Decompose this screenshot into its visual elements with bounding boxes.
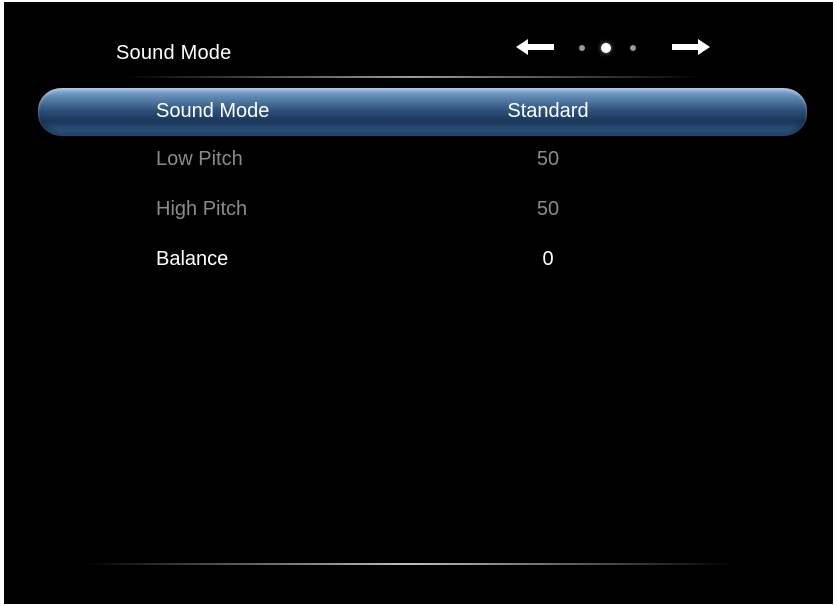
menu-item-value: 50 [536,198,560,220]
page-dot-2-active [601,43,611,53]
footer-divider [84,563,734,565]
tv-menu-screen: Sound Mode Sound Mode Standard Low Pitch… [4,2,833,604]
menu-item-label: High Pitch [156,198,248,220]
page-title: Sound Mode [116,42,232,64]
menu-item-label: Balance [156,248,229,270]
menu-item-value: 50 [536,148,560,170]
menu-item-label: Sound Mode [156,100,270,122]
arrow-right-icon[interactable] [672,39,710,55]
header-divider [124,76,704,78]
page-dot-3 [630,45,636,51]
menu-item-high-pitch: High Pitch 50 [4,186,833,236]
settings-menu: Sound Mode Standard Low Pitch 50 High Pi… [4,88,833,286]
page-indicator [514,38,714,58]
menu-item-label: Low Pitch [156,148,243,170]
arrow-left-icon[interactable] [516,39,554,55]
menu-item-low-pitch: Low Pitch 50 [4,136,833,186]
menu-item-sound-mode[interactable]: Sound Mode Standard [38,88,807,136]
menu-item-balance[interactable]: Balance 0 [4,236,833,286]
menu-item-value: Standard [507,100,589,122]
menu-item-value: 0 [542,248,554,270]
page-dot-1 [579,45,585,51]
